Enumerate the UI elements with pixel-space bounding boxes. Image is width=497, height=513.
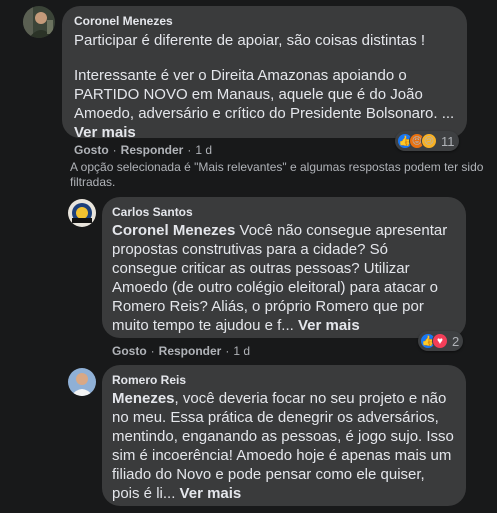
comment-author[interactable]: Coronel Menezes (74, 14, 455, 28)
comment-text: Participar é diferente de apoiar, são co… (74, 32, 426, 49)
comment-timestamp[interactable]: 1 d (233, 344, 250, 358)
separator: · (187, 143, 192, 157)
love-icon: ♥ (432, 333, 448, 349)
comment-author[interactable]: Carlos Santos (112, 205, 456, 219)
see-more-link[interactable]: Ver mais (74, 124, 136, 141)
avatar-carlos-santos[interactable] (68, 199, 96, 227)
like-button[interactable]: Gosto (112, 344, 147, 358)
separator: · (150, 344, 155, 358)
reaction-count: 2 (452, 333, 460, 349)
mention-link[interactable]: Menezes (112, 390, 175, 407)
comment-actions: Gosto · Responder · 1 d (74, 143, 212, 157)
comment-author[interactable]: Romero Reis (112, 373, 456, 387)
comment-bubble-romero-reis: Romero Reis Menezes, você deveria focar … (102, 365, 466, 506)
see-more-link[interactable]: Ver mais (180, 485, 242, 502)
reaction-count: 11 (441, 133, 455, 149)
avatar-romero-reis[interactable] (68, 368, 96, 396)
mention-link[interactable]: Coronel Menezes (112, 222, 235, 239)
separator: · (112, 143, 117, 157)
reply-button[interactable]: Responder (121, 143, 184, 157)
comment-actions: Gosto · Responder · 1 d (112, 344, 250, 358)
reactions-summary[interactable]: 👍 ♥ 2 (418, 331, 464, 351)
comment-timestamp[interactable]: 1 d (195, 143, 212, 157)
sad-icon: 😢 (421, 133, 437, 149)
comment-text-body: Interessante é ver o Direita Amazonas ap… (74, 67, 455, 122)
like-button[interactable]: Gosto (74, 143, 109, 157)
reactions-summary[interactable]: 👍 😡 😢 11 (395, 131, 459, 151)
avatar-coronel-menezes[interactable] (23, 6, 55, 38)
see-more-link[interactable]: Ver mais (298, 317, 360, 334)
comment-bubble-carlos-santos: Carlos Santos Coronel Menezes Você não c… (102, 197, 466, 338)
separator: · (225, 344, 230, 358)
reply-button[interactable]: Responder (159, 344, 222, 358)
comment-bubble-coronel-menezes: Coronel Menezes Participar é diferente d… (62, 6, 467, 141)
filter-note: A opção selecionada é "Mais relevantes" … (70, 160, 484, 189)
comment-text: Interessante é ver o Direita Amazonas ap… (74, 66, 455, 123)
